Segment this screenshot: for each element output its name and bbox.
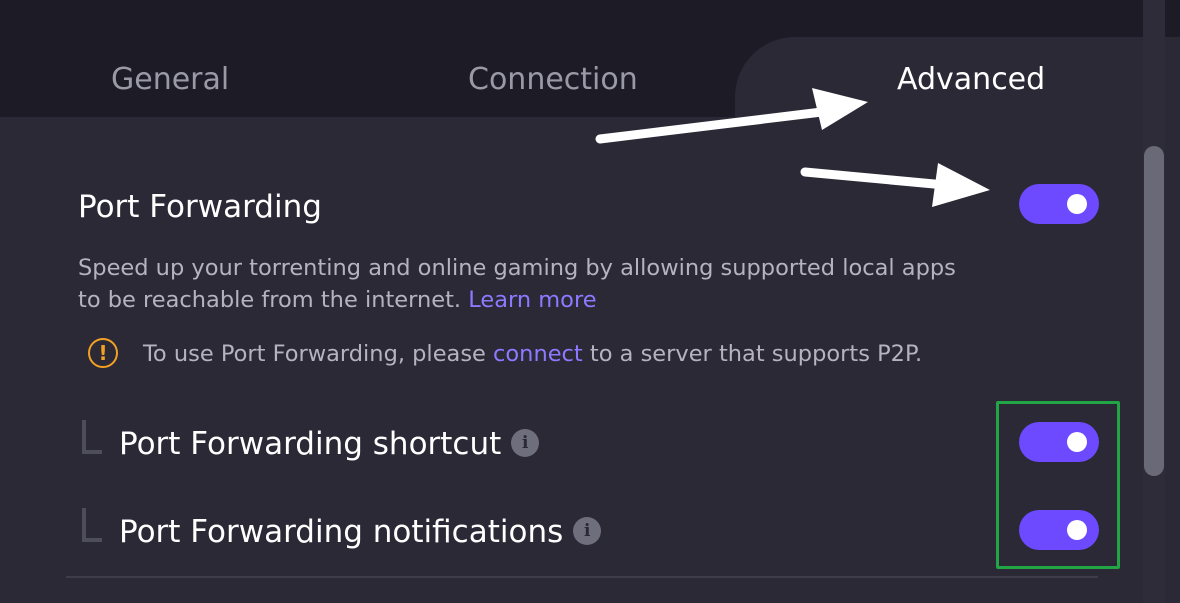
port-forwarding-title: Port Forwarding — [78, 189, 322, 225]
warning-icon: ! — [88, 338, 118, 368]
tab-bar: General Connection Advanced — [0, 0, 1180, 137]
warning-prefix: To use Port Forwarding, please — [143, 341, 486, 367]
tab-general[interactable]: General — [111, 58, 229, 102]
notifications-label-text: Port Forwarding notifications — [119, 514, 564, 550]
port-forwarding-toggle[interactable] — [1019, 184, 1099, 224]
info-icon[interactable]: i — [573, 517, 602, 545]
arrow-to-toggle — [800, 163, 990, 207]
setting-label-shortcut: Port Forwarding shortcut i — [119, 422, 540, 466]
warning-suffix: to a server that supports P2P. — [589, 341, 923, 367]
connect-link[interactable]: connect — [493, 341, 583, 367]
port-forwarding-description: Speed up your torrenting and online gami… — [78, 252, 978, 316]
tab-connection[interactable]: Connection — [468, 58, 638, 102]
highlight-box — [996, 401, 1120, 569]
indent-elbow-icon — [82, 508, 102, 542]
warning-text: To use Port Forwarding, please connect t… — [143, 338, 922, 370]
shortcut-label-text: Port Forwarding shortcut — [119, 426, 502, 462]
info-icon[interactable]: i — [511, 429, 540, 457]
section-divider — [66, 576, 1098, 578]
toggle-knob — [1067, 194, 1087, 214]
indent-elbow-icon — [82, 420, 102, 454]
scrollbar-thumb[interactable] — [1144, 146, 1164, 476]
tab-advanced[interactable]: Advanced — [897, 58, 1045, 102]
setting-label-notifications: Port Forwarding notifications i — [119, 510, 602, 554]
learn-more-link[interactable]: Learn more — [468, 287, 596, 313]
